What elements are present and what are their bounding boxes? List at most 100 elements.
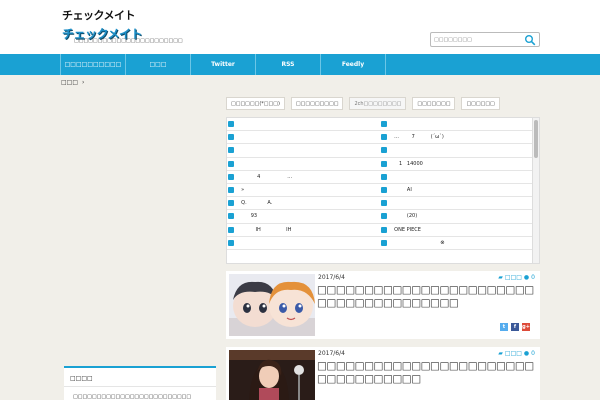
feed-item[interactable]: 93 <box>227 210 380 224</box>
feed-item[interactable]: ONE PIECE <box>380 224 533 237</box>
feed-item-text: 93 <box>238 213 258 220</box>
article-category[interactable]: □□□ <box>505 274 522 281</box>
feed-item-text: ... 7 (´ω`) <box>391 134 444 141</box>
feed-item[interactable]: IH IH <box>227 224 380 237</box>
feed-bullet-icon <box>228 226 234 233</box>
breadcrumb-separator: › <box>82 79 85 86</box>
feed-bullet-icon <box>381 134 387 141</box>
googleplus-share-icon[interactable]: g+ <box>522 323 530 331</box>
feed-bullet-icon <box>228 213 234 220</box>
feed-item[interactable] <box>380 171 533 184</box>
article-title[interactable]: □□□□□□□□□□□□□□□□□□□□□□□□□□□□□□□□□□□□□□ <box>317 284 537 310</box>
feed-bullet-icon <box>228 173 234 180</box>
feed-bullet-icon <box>381 239 387 246</box>
feed-item[interactable] <box>380 144 533 158</box>
feed-item[interactable] <box>227 118 380 132</box>
feed-item[interactable]: ... 7 (´ω`) <box>380 131 533 145</box>
feed-bullet-icon <box>228 147 234 154</box>
feed-bullet-icon <box>228 200 234 207</box>
feed-item-text: 4 ... <box>238 173 293 180</box>
feed-bullet-icon <box>381 160 387 167</box>
site-tagline: □□□□□□□□□□□□□□□□□□□□□□□ <box>74 38 183 44</box>
tab-3[interactable]: 2ch□□□□□□□□ <box>349 97 407 110</box>
feed-bullet-icon <box>228 160 234 167</box>
article-comment-count[interactable]: 0 <box>531 274 535 281</box>
feed-item-text: ONE PIECE <box>391 226 421 233</box>
article-date: 2017/6/4 <box>318 274 345 281</box>
article-date: 2017/6/4 <box>318 350 345 357</box>
sidebar-widget: □□□□ □□□□□□□□□□□□□□□□□□□□□□□□□ <box>64 366 216 400</box>
feed-tabs: □□□□□□(*□□□) □□□□□□□□□ 2ch□□□□□□□□ □□□□□… <box>226 97 500 110</box>
feed-item[interactable] <box>380 118 533 132</box>
facebook-share-icon[interactable]: f <box>511 323 519 331</box>
feed-bullet-icon <box>381 173 387 180</box>
feed-item[interactable]: 1 14000 <box>380 158 533 171</box>
search-icon[interactable] <box>524 34 536 46</box>
feed-bullet-icon <box>381 226 387 233</box>
breadcrumb: □□□ › <box>61 79 84 86</box>
article-meta: ▰ □□□ ● 0 <box>498 274 535 281</box>
sidebar-widget-title: □□□□ <box>70 375 93 382</box>
feed-item-text: » <box>238 187 245 194</box>
tab-5[interactable]: □□□□□□ <box>461 97 500 110</box>
feed-item[interactable]: 4 ... <box>227 171 380 184</box>
feed-item-text: 1 14000 <box>391 160 423 167</box>
search-input[interactable] <box>434 35 519 45</box>
feed-item[interactable]: Q. A. <box>227 197 380 211</box>
nav-item-twitter[interactable]: Twitter <box>191 54 256 75</box>
feed-bullet-icon <box>228 134 234 141</box>
feed-bullet-icon <box>381 187 387 194</box>
rss-feed-list: ... 7 (´ω`) 1 14000 4 ... » AI Q. A. 93 … <box>226 117 540 264</box>
article-title[interactable]: □□□□□□□□□□□□□□□□□□□□□□□□□□□□□□□□□□ <box>317 360 537 386</box>
article-thumbnail[interactable] <box>229 274 315 336</box>
feed-item[interactable]: ⊗ <box>380 237 533 250</box>
feed-item[interactable]: AI <box>380 184 533 198</box>
nav-item-2[interactable]: □□□ <box>126 54 191 75</box>
comment-icon: ● <box>523 350 530 357</box>
feed-item[interactable] <box>227 158 380 171</box>
sidebar-link[interactable]: □□□□□□□□□□□□□□□□□□□□□□□□□ <box>73 394 191 400</box>
site-header: チェックメイト チェックメイト □□□□□□□□□□□□□□□□□□□□□□□ <box>0 0 600 54</box>
tab-4[interactable]: □□□□□□□ <box>412 97 456 110</box>
article-comment-count[interactable]: 0 <box>531 350 535 357</box>
feed-item-text: (20) <box>391 213 418 220</box>
feed-item[interactable]: (20) <box>380 210 533 224</box>
feed-scrollbar-thumb[interactable] <box>534 120 538 158</box>
nav-item-1[interactable]: □□□□□□□□□□ <box>61 54 126 75</box>
breadcrumb-home[interactable]: □□□ <box>61 79 78 86</box>
feed-bullet-icon <box>228 187 234 194</box>
share-buttons: t f g+ <box>500 323 530 331</box>
tab-2[interactable]: □□□□□□□□□ <box>290 97 344 110</box>
feed-bullet-icon <box>228 121 234 128</box>
site-logo-small[interactable]: チェックメイト <box>62 7 136 23</box>
feed-item-text: Q. A. <box>238 200 273 207</box>
feed-item[interactable] <box>380 197 533 211</box>
article-thumbnail[interactable] <box>229 350 315 400</box>
main-nav: □□□□□□□□□□ □□□ Twitter RSS Feedly <box>0 54 600 75</box>
search-box <box>430 32 540 47</box>
article-card[interactable]: 2017/6/4 ▰ □□□ ● 0 □□□□□□□□□□□□□□□□□□□□□… <box>226 271 540 339</box>
feed-bullet-icon <box>228 239 234 246</box>
article-meta: ▰ □□□ ● 0 <box>498 350 535 357</box>
article-card[interactable]: 2017/6/4 ▰ □□□ ● 0 □□□□□□□□□□□□□□□□□□□□□… <box>226 347 540 400</box>
feed-bullet-icon <box>381 200 387 207</box>
feed-bullet-icon <box>381 213 387 220</box>
feed-item[interactable] <box>227 237 380 250</box>
article-category[interactable]: □□□ <box>505 350 522 357</box>
folder-icon: ▰ <box>498 350 503 357</box>
tab-1[interactable]: □□□□□□(*□□□) <box>226 97 285 110</box>
folder-icon: ▰ <box>498 274 503 281</box>
nav-item-rss[interactable]: RSS <box>256 54 321 75</box>
feed-bullet-icon <box>381 121 387 128</box>
nav-item-feedly[interactable]: Feedly <box>321 54 386 75</box>
comment-icon: ● <box>523 274 530 281</box>
feed-item[interactable] <box>227 131 380 145</box>
feed-item-text: ⊗ <box>391 239 445 246</box>
feed-item-text: IH IH <box>238 226 292 233</box>
feed-item[interactable]: » <box>227 184 380 198</box>
feed-bullet-icon <box>381 147 387 154</box>
feed-scrollbar[interactable] <box>532 118 539 263</box>
feed-item[interactable] <box>227 144 380 158</box>
feed-item-text: AI <box>391 187 412 194</box>
twitter-share-icon[interactable]: t <box>500 323 508 331</box>
